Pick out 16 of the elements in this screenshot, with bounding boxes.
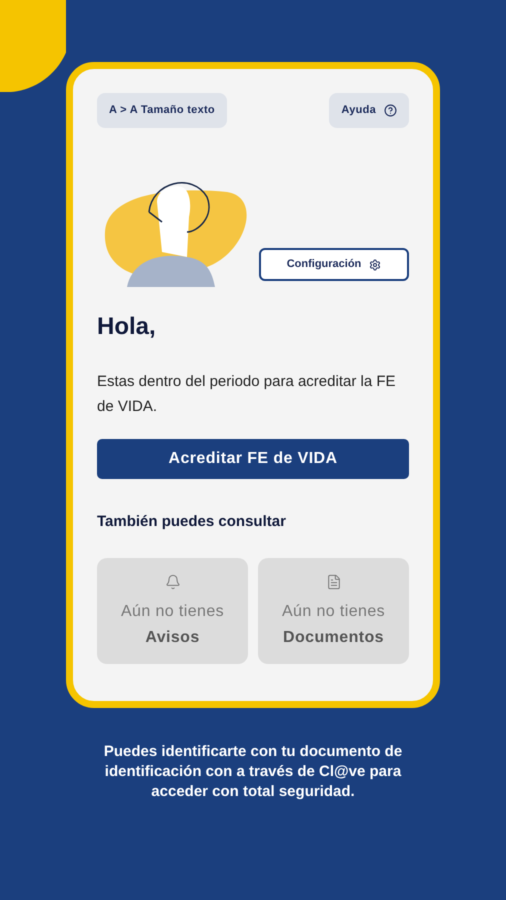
help-icon — [384, 104, 397, 117]
help-button[interactable]: Ayuda — [329, 93, 409, 128]
document-icon — [326, 574, 342, 590]
card-title: Documentos — [283, 628, 384, 648]
period-message: Estas dentro del periodo para acreditar la FE de VIDA. — [97, 372, 396, 417]
settings-button[interactable]: Configuración — [259, 248, 409, 281]
card-label: Aún no tienes — [282, 602, 386, 622]
accredit-button[interactable]: Acreditar FE de VIDA — [97, 439, 409, 479]
card-title: Avisos — [145, 628, 200, 648]
footer-text: Puedes identificarte con tu documento de identificación con a través de Cl@ve para acceder con total seguridad. — [102, 742, 404, 802]
greeting: Hola, — [97, 312, 157, 342]
bell-icon — [164, 574, 180, 590]
text-size-button[interactable]: A > A Tamaño texto — [97, 93, 227, 128]
section-title: También puedes consultar — [97, 512, 287, 532]
settings-icon — [369, 258, 382, 270]
card-label: Aún no tienes — [120, 602, 224, 622]
